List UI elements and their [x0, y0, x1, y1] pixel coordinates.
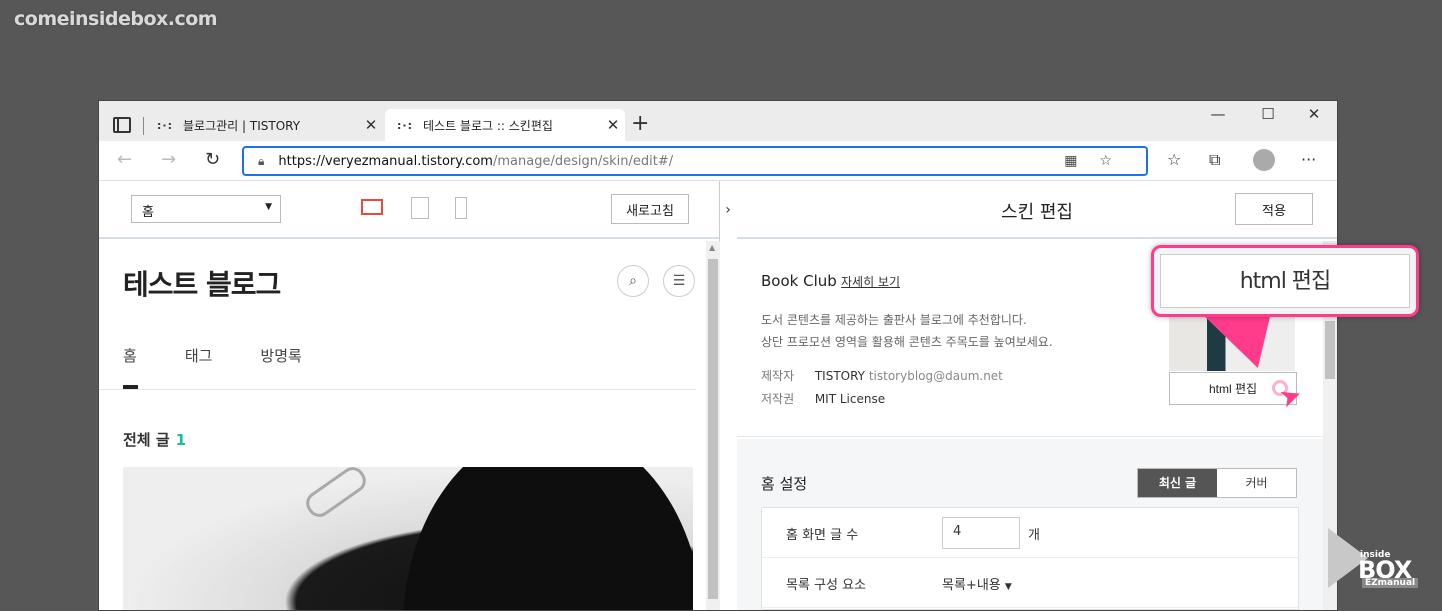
insidebox-logo: inside BOX EZmanual [1328, 528, 1424, 590]
desktop-icon[interactable] [361, 199, 383, 215]
page-select[interactable]: 홈 ▼ [131, 195, 281, 223]
home-type-toggle: 최신 글 커버 [1137, 468, 1297, 498]
window-close-icon[interactable]: ✕ [1289, 105, 1337, 123]
license-value: MIT License [814, 392, 886, 406]
reload-icon[interactable]: ↻ [205, 149, 220, 170]
skin-detail-link[interactable]: 자세히 보기 [841, 273, 900, 290]
settings-row: 홈 화면 글 수 4 개 [762, 508, 1298, 558]
row-label: 홈 화면 글 수 [786, 528, 859, 543]
scroll-up-icon[interactable]: ▲ [709, 243, 715, 252]
tistory-favicon-icon: :·: [157, 118, 173, 132]
page-content: 홈 ▼ 새로고침 테스트 블로그 ⌕ ☰ 홈 태그 방명록 전체 글 1 ▲ ›… [99, 181, 1337, 610]
tablet-icon[interactable] [411, 197, 429, 219]
seg-recent-button[interactable]: 최신 글 [1138, 469, 1217, 497]
profile-avatar[interactable] [1253, 149, 1275, 171]
preview-frame: 테스트 블로그 ⌕ ☰ 홈 태그 방명록 전체 글 1 ▲ [99, 241, 720, 610]
mobile-icon[interactable] [455, 197, 467, 219]
close-icon[interactable]: ✕ [601, 116, 625, 134]
url-actions[interactable]: ▦☆ [1064, 153, 1134, 169]
tab-separator [143, 117, 144, 135]
collapse-chevron-icon[interactable]: › [720, 181, 736, 239]
callout-label: html 편집 [1160, 254, 1410, 308]
watermark: comeinsidebox.com [14, 8, 218, 30]
maker-label: 제작자 [761, 369, 795, 383]
refresh-button[interactable]: 새로고침 [611, 194, 689, 224]
tab-title: 블로그관리 | TISTORY [183, 118, 301, 133]
skin-license: 저작권 MIT License [761, 390, 885, 407]
browser-window: :·: 블로그관리 | TISTORY ✕ :·: 테스트 블로그 :: 스킨편… [98, 100, 1338, 611]
url-input[interactable]: 🔒︎ https://veryezmanual.tistory.com/mana… [242, 146, 1148, 176]
list-component-value: 목록+내용 [942, 578, 1001, 593]
blog-nav: 홈 태그 방명록 [123, 345, 350, 366]
scrollbar-thumb[interactable] [1325, 321, 1335, 379]
more-icon[interactable]: ··· [1301, 150, 1316, 169]
desc-line: 도서 콘텐츠를 제공하는 출판사 블로그에 추천합니다. [761, 313, 1027, 327]
skin-name: Book Club [761, 272, 837, 290]
back-icon[interactable]: ← [117, 149, 132, 170]
nav-tag[interactable]: 태그 [185, 345, 213, 366]
preview-scrollbar[interactable]: ▲ [706, 241, 720, 610]
favorites-icon[interactable]: ☆ [1167, 150, 1181, 169]
lock-icon: 🔒︎ [258, 153, 265, 168]
tab-title: 테스트 블로그 :: 스킨편집 [423, 118, 553, 133]
add-favorite-icon[interactable]: ☆ [1099, 153, 1134, 169]
desc-line: 상단 프로모션 영역을 활용해 콘텐츠 주목도를 높여보세요. [761, 335, 1053, 349]
preview-pane: 홈 ▼ 새로고침 테스트 블로그 ⌕ ☰ 홈 태그 방명록 전체 글 1 ▲ [99, 181, 720, 610]
tab-actions-icon[interactable] [113, 117, 131, 133]
all-posts-label: 전체 글 [123, 431, 170, 449]
settings-row: 목록 구성 요소 목록+내용 ▼ [762, 558, 1298, 608]
maximize-icon[interactable]: ☐ [1243, 105, 1293, 123]
divider [99, 389, 696, 390]
post-thumbnail-image[interactable] [123, 467, 693, 610]
menu-icon[interactable]: ☰ [663, 265, 695, 297]
qr-icon[interactable]: ▦ [1064, 153, 1099, 169]
maker-email: tistoryblog@daum.net [868, 369, 1003, 383]
post-count-input[interactable]: 4 [942, 517, 1020, 549]
page-select-value: 홈 [142, 205, 154, 220]
home-settings-title: 홈 설정 [761, 475, 808, 493]
nav-guestbook[interactable]: 방명록 [260, 345, 301, 366]
chevron-down-icon: ▼ [1004, 582, 1012, 592]
new-tab-icon[interactable]: + [631, 111, 649, 136]
search-icon[interactable]: ⌕ [617, 265, 649, 297]
home-settings: 홈 설정 최신 글 커버 홈 화면 글 수 4 개 목록 구성 요소 목록+내용… [737, 439, 1323, 610]
collections-icon[interactable]: ⧉ [1209, 150, 1220, 170]
url-host: https://veryezmanual.tistory.com [278, 153, 493, 169]
tistory-favicon-icon: :·: [397, 118, 413, 132]
minimize-icon[interactable]: — [1193, 105, 1243, 123]
unit-label: 개 [1028, 528, 1040, 543]
seg-cover-button[interactable]: 커버 [1217, 469, 1296, 497]
tab-blog-manage[interactable]: :·: 블로그관리 | TISTORY ✕ [145, 109, 383, 141]
url-path: /manage/design/skin/edit#/ [492, 153, 674, 169]
chevron-down-icon: ▼ [265, 202, 272, 212]
nav-home[interactable]: 홈 [123, 345, 137, 366]
forward-icon[interactable]: → [161, 149, 176, 170]
preview-toolbar: 홈 ▼ 새로고침 [99, 181, 719, 239]
skin-edit-header: 스킨 편집 적용 [737, 181, 1337, 239]
skin-maker: 제작자 TISTORY tistoryblog@daum.net [761, 367, 1003, 384]
row-label: 목록 구성 요소 [786, 578, 867, 593]
logo-ez-text: EZmanual [1362, 578, 1419, 588]
settings-table: 홈 화면 글 수 4 개 목록 구성 요소 목록+내용 ▼ [761, 507, 1299, 610]
maker-value: TISTORY [814, 369, 865, 383]
tab-skin-edit[interactable]: :·: 테스트 블로그 :: 스킨편집 ✕ [385, 109, 625, 141]
list-component-select[interactable]: 목록+내용 ▼ [942, 574, 1012, 593]
license-label: 저작권 [761, 392, 795, 406]
close-icon[interactable]: ✕ [359, 116, 383, 134]
tab-bar: :·: 블로그관리 | TISTORY ✕ :·: 테스트 블로그 :: 스킨편… [99, 101, 1337, 141]
scrollbar-thumb[interactable] [708, 259, 718, 599]
address-bar: ← → ↻ 🔒︎ https://veryezmanual.tistory.co… [99, 141, 1337, 181]
blog-title: 테스트 블로그 [123, 268, 281, 301]
apply-button[interactable]: 적용 [1235, 193, 1313, 225]
skin-description: 도서 콘텐츠를 제공하는 출판사 블로그에 추천합니다. 상단 프로모션 영역을… [761, 309, 1053, 353]
all-posts-count: 1 [175, 431, 187, 449]
all-posts-heading: 전체 글 1 [123, 429, 186, 450]
callout-highlight: html 편집 [1151, 245, 1419, 317]
